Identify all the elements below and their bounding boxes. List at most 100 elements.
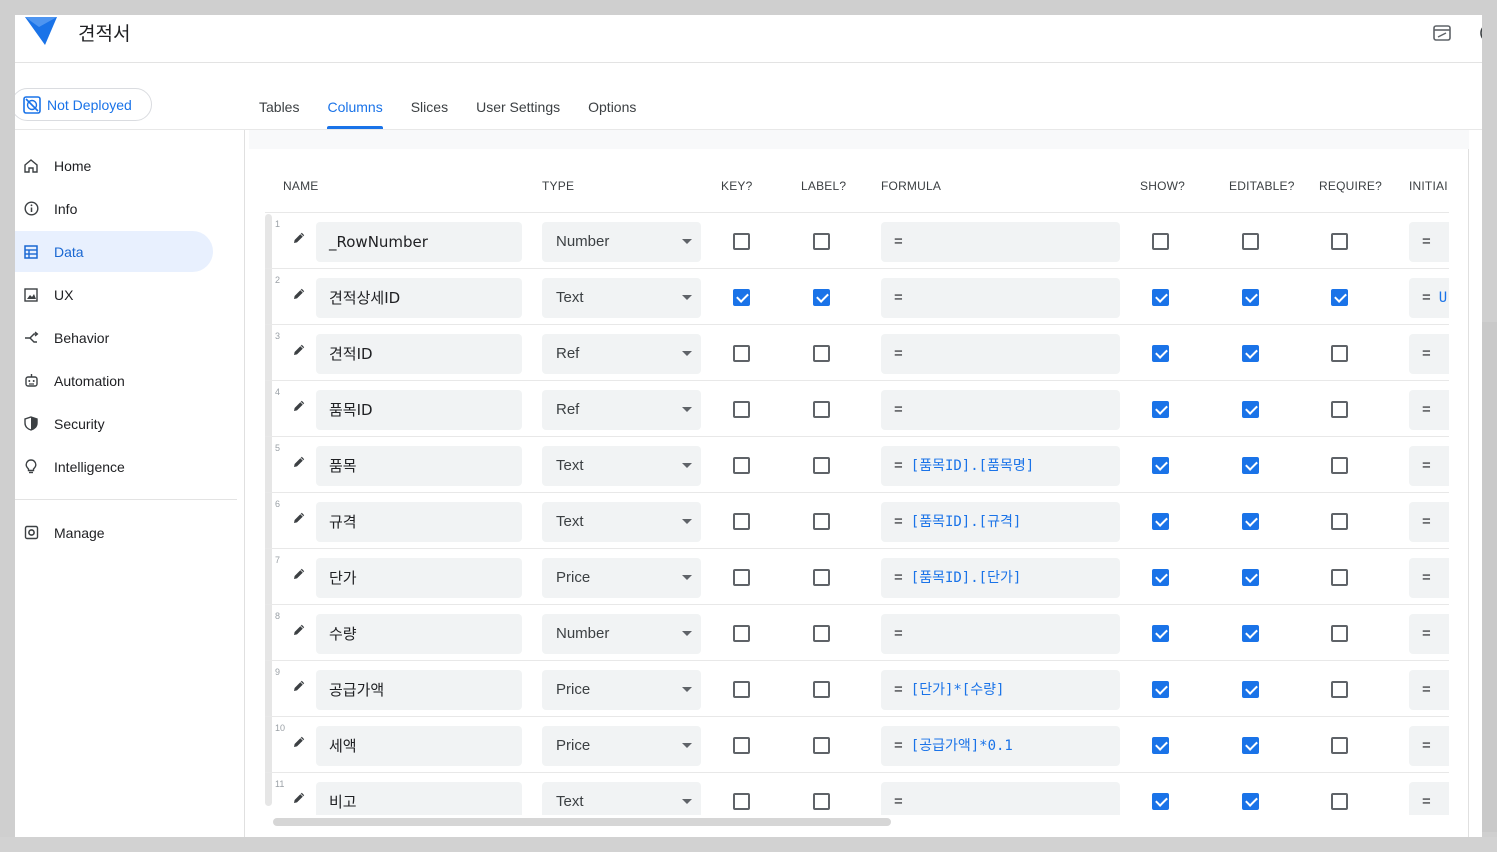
- tab-options[interactable]: Options: [574, 93, 650, 129]
- formula-field[interactable]: =: [881, 278, 1120, 318]
- label-checkbox[interactable]: [813, 681, 830, 698]
- column-type-select[interactable]: Text: [542, 782, 701, 815]
- label-checkbox[interactable]: [813, 233, 830, 250]
- column-name-field[interactable]: 견적상세ID: [316, 278, 522, 318]
- require-checkbox[interactable]: [1331, 233, 1348, 250]
- editable-checkbox[interactable]: [1242, 793, 1259, 810]
- column-type-select[interactable]: Ref: [542, 334, 701, 374]
- require-checkbox[interactable]: [1331, 737, 1348, 754]
- require-checkbox[interactable]: [1331, 569, 1348, 586]
- edit-pencil-icon[interactable]: [292, 287, 306, 301]
- editable-checkbox[interactable]: [1242, 233, 1259, 250]
- col-header-formula[interactable]: FORMULA: [881, 179, 941, 193]
- key-checkbox[interactable]: [733, 233, 750, 250]
- formula-field[interactable]: = [단가]*[수량]: [881, 670, 1120, 710]
- col-header-editable[interactable]: EDITABLE?: [1229, 179, 1295, 193]
- column-type-select[interactable]: Number: [542, 614, 701, 654]
- label-checkbox[interactable]: [813, 289, 830, 306]
- col-header-label[interactable]: LABEL?: [801, 179, 846, 193]
- require-checkbox[interactable]: [1331, 289, 1348, 306]
- column-name-field[interactable]: _RowNumber: [316, 222, 522, 262]
- formula-field[interactable]: =: [881, 390, 1120, 430]
- column-name-field[interactable]: 공급가액: [316, 670, 522, 710]
- edit-pencil-icon[interactable]: [292, 343, 306, 357]
- tab-slices[interactable]: Slices: [397, 93, 462, 129]
- column-name-field[interactable]: 규격: [316, 502, 522, 542]
- label-checkbox[interactable]: [813, 737, 830, 754]
- label-checkbox[interactable]: [813, 625, 830, 642]
- require-checkbox[interactable]: [1331, 457, 1348, 474]
- column-type-select[interactable]: Price: [542, 670, 701, 710]
- key-checkbox[interactable]: [733, 345, 750, 362]
- col-header-show[interactable]: SHOW?: [1140, 179, 1185, 193]
- require-checkbox[interactable]: [1331, 681, 1348, 698]
- editable-checkbox[interactable]: [1242, 513, 1259, 530]
- column-type-select[interactable]: Text: [542, 502, 701, 542]
- initial-value-field[interactable]: =: [1409, 446, 1449, 486]
- formula-field[interactable]: = [품목ID].[규격]: [881, 502, 1120, 542]
- show-checkbox[interactable]: [1152, 681, 1169, 698]
- editable-checkbox[interactable]: [1242, 569, 1259, 586]
- sidebar-item-home[interactable]: Home: [15, 145, 245, 186]
- initial-value-field[interactable]: =: [1409, 614, 1449, 654]
- formula-field[interactable]: =: [881, 782, 1120, 815]
- editable-checkbox[interactable]: [1242, 401, 1259, 418]
- sidebar-item-manage[interactable]: Manage: [15, 512, 245, 553]
- editable-checkbox[interactable]: [1242, 289, 1259, 306]
- edit-pencil-icon[interactable]: [292, 511, 306, 525]
- label-checkbox[interactable]: [813, 457, 830, 474]
- column-type-select[interactable]: Ref: [542, 390, 701, 430]
- show-checkbox[interactable]: [1152, 345, 1169, 362]
- column-name-field[interactable]: 단가: [316, 558, 522, 598]
- column-name-field[interactable]: 품목: [316, 446, 522, 486]
- initial-value-field[interactable]: =: [1409, 726, 1449, 766]
- col-header-key[interactable]: KEY?: [721, 179, 753, 193]
- show-checkbox[interactable]: [1152, 737, 1169, 754]
- key-checkbox[interactable]: [733, 401, 750, 418]
- formula-field[interactable]: =: [881, 334, 1120, 374]
- formula-field[interactable]: = [품목ID].[품목명]: [881, 446, 1120, 486]
- column-name-field[interactable]: 견적ID: [316, 334, 522, 374]
- deploy-status-button[interactable]: Not Deployed: [15, 88, 152, 121]
- help-icon[interactable]: ?: [1479, 22, 1482, 44]
- initial-value-field[interactable]: = U: [1409, 278, 1449, 318]
- tab-tables[interactable]: Tables: [245, 93, 313, 129]
- label-checkbox[interactable]: [813, 401, 830, 418]
- column-name-field[interactable]: 수량: [316, 614, 522, 654]
- edit-pencil-icon[interactable]: [292, 455, 306, 469]
- column-type-select[interactable]: Number: [542, 222, 701, 262]
- col-header-initial[interactable]: INITIAI: [1409, 179, 1451, 193]
- edit-pencil-icon[interactable]: [292, 791, 306, 805]
- formula-field[interactable]: = [공급가액]*0.1: [881, 726, 1120, 766]
- editable-checkbox[interactable]: [1242, 681, 1259, 698]
- key-checkbox[interactable]: [733, 737, 750, 754]
- edit-pencil-icon[interactable]: [292, 623, 306, 637]
- edit-pencil-icon[interactable]: [292, 231, 306, 245]
- sidebar-item-security[interactable]: Security: [15, 403, 245, 444]
- key-checkbox[interactable]: [733, 513, 750, 530]
- label-checkbox[interactable]: [813, 793, 830, 810]
- key-checkbox[interactable]: [733, 569, 750, 586]
- initial-value-field[interactable]: =: [1409, 558, 1449, 598]
- show-checkbox[interactable]: [1152, 625, 1169, 642]
- col-header-name[interactable]: NAME: [283, 179, 318, 193]
- label-checkbox[interactable]: [813, 345, 830, 362]
- sidebar-item-ux[interactable]: UX: [15, 274, 245, 315]
- show-checkbox[interactable]: [1152, 401, 1169, 418]
- editable-checkbox[interactable]: [1242, 737, 1259, 754]
- column-type-select[interactable]: Text: [542, 446, 701, 486]
- initial-value-field[interactable]: =: [1409, 222, 1449, 262]
- horizontal-scrollbar-thumb[interactable]: [273, 818, 891, 826]
- initial-value-field[interactable]: =: [1409, 334, 1449, 374]
- column-name-field[interactable]: 비고: [316, 782, 522, 815]
- key-checkbox[interactable]: [733, 793, 750, 810]
- key-checkbox[interactable]: [733, 681, 750, 698]
- show-checkbox[interactable]: [1152, 513, 1169, 530]
- show-checkbox[interactable]: [1152, 793, 1169, 810]
- sidebar-item-data[interactable]: Data: [15, 231, 213, 272]
- column-name-field[interactable]: 품목ID: [316, 390, 522, 430]
- show-checkbox[interactable]: [1152, 569, 1169, 586]
- initial-value-field[interactable]: =: [1409, 782, 1449, 815]
- key-checkbox[interactable]: [733, 457, 750, 474]
- show-checkbox[interactable]: [1152, 457, 1169, 474]
